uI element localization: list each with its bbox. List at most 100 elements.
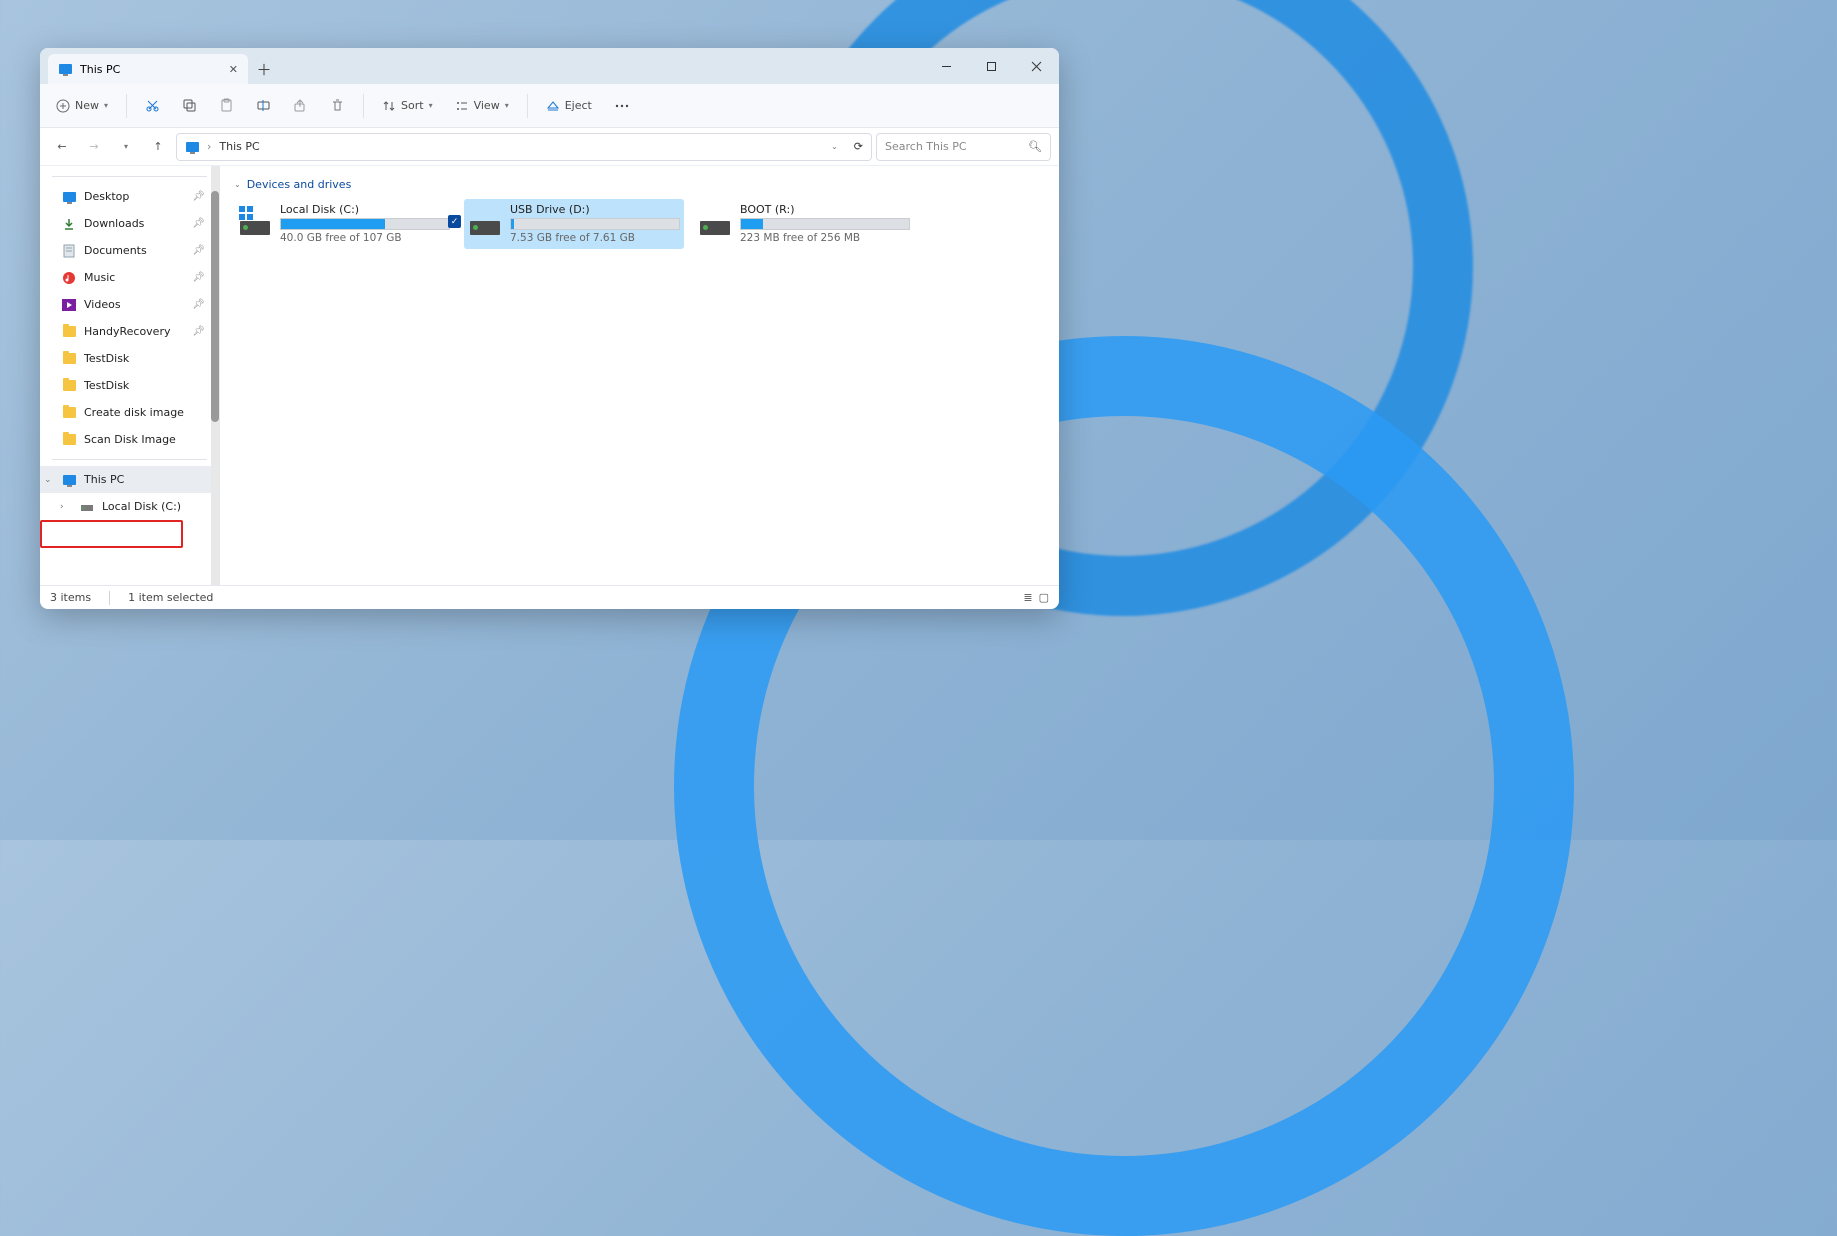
content-area: ⌄ Devices and drives Local Disk (C:) 40.… bbox=[220, 166, 1059, 585]
share-icon bbox=[293, 98, 308, 113]
check-icon: ✓ bbox=[448, 215, 461, 228]
sidebar-item-label: Desktop bbox=[84, 190, 129, 203]
drive-usage-bar bbox=[510, 218, 680, 230]
separator bbox=[109, 591, 110, 605]
details-view-button[interactable]: ≣ bbox=[1023, 591, 1032, 604]
close-window-button[interactable] bbox=[1014, 48, 1059, 84]
folder-icon bbox=[62, 325, 76, 339]
chevron-down-icon[interactable]: ⌄ bbox=[831, 142, 838, 151]
sidebar-item-create-disk-image[interactable]: Create disk image bbox=[40, 399, 219, 426]
address-bar[interactable]: › This PC ⌄ ⟳ bbox=[176, 133, 872, 161]
pin-icon: 📌︎ bbox=[192, 272, 205, 283]
copy-icon bbox=[182, 98, 197, 113]
video-icon bbox=[62, 298, 76, 312]
rename-icon bbox=[256, 98, 271, 113]
drive-usage-bar bbox=[740, 218, 910, 230]
drive-usage-bar bbox=[280, 218, 450, 230]
sidebar-item-desktop[interactable]: Desktop 📌︎ bbox=[40, 183, 219, 210]
status-item-count: 3 items bbox=[50, 591, 91, 604]
sidebar-item-music[interactable]: Music 📌︎ bbox=[40, 264, 219, 291]
sidebar-item-label: Videos bbox=[84, 298, 121, 311]
sidebar-item-documents[interactable]: Documents 📌︎ bbox=[40, 237, 219, 264]
minimize-button[interactable] bbox=[924, 48, 969, 84]
status-bar: 3 items 1 item selected ≣ ▢ bbox=[40, 585, 1059, 609]
scissors-icon bbox=[145, 98, 160, 113]
chevron-down-icon[interactable]: ⌄ bbox=[44, 475, 52, 485]
eject-button[interactable]: Eject bbox=[538, 91, 600, 121]
download-icon bbox=[62, 217, 76, 231]
recent-button[interactable]: ▾ bbox=[112, 133, 140, 161]
close-tab-icon[interactable]: ✕ bbox=[229, 63, 238, 76]
chevron-down-icon: ▾ bbox=[104, 101, 108, 110]
sidebar-item-label: Scan Disk Image bbox=[84, 433, 176, 446]
view-button[interactable]: View ▾ bbox=[447, 91, 517, 121]
sidebar-scrollbar[interactable] bbox=[211, 166, 219, 585]
drive-icon bbox=[238, 205, 272, 239]
drive-name: USB Drive (D:) bbox=[510, 203, 680, 216]
pin-icon: 📌︎ bbox=[192, 299, 205, 310]
monitor-icon bbox=[185, 140, 199, 154]
breadcrumb-sep-icon: › bbox=[207, 140, 211, 153]
back-button[interactable]: ← bbox=[48, 133, 76, 161]
window-controls bbox=[924, 48, 1059, 84]
drive-local-disk-c-[interactable]: Local Disk (C:) 40.0 GB free of 107 GB bbox=[234, 199, 454, 249]
new-tab-button[interactable]: ＋ bbox=[248, 54, 280, 84]
eject-icon bbox=[546, 99, 560, 113]
sidebar-item-this-pc[interactable]: ⌄ This PC bbox=[40, 466, 219, 493]
sidebar-item-handyrecovery[interactable]: HandyRecovery 📌︎ bbox=[40, 318, 219, 345]
sidebar-item-label: Music bbox=[84, 271, 115, 284]
clipboard-icon bbox=[219, 98, 234, 113]
more-button[interactable] bbox=[606, 91, 638, 121]
tab-this-pc[interactable]: This PC ✕ bbox=[48, 54, 248, 84]
maximize-button[interactable] bbox=[969, 48, 1014, 84]
drive-icon bbox=[80, 500, 94, 514]
section-devices-header[interactable]: ⌄ Devices and drives bbox=[234, 174, 1045, 199]
sidebar-item-scan-disk-image[interactable]: Scan Disk Image bbox=[40, 426, 219, 453]
sidebar-item-videos[interactable]: Videos 📌︎ bbox=[40, 291, 219, 318]
cut-button[interactable] bbox=[137, 91, 168, 121]
drive-usb-drive-d-[interactable]: ✓ USB Drive (D:) 7.53 GB free of 7.61 GB bbox=[464, 199, 684, 249]
folder-icon bbox=[62, 433, 76, 447]
tiles-view-button[interactable]: ▢ bbox=[1039, 591, 1049, 604]
pin-icon: 📌︎ bbox=[192, 191, 205, 202]
search-box[interactable]: Search This PC 🔍︎ bbox=[876, 133, 1051, 161]
chevron-down-icon: ▾ bbox=[505, 101, 509, 110]
sort-button[interactable]: Sort ▾ bbox=[374, 91, 441, 121]
ellipsis-icon bbox=[614, 99, 630, 113]
share-button[interactable] bbox=[285, 91, 316, 121]
paste-button[interactable] bbox=[211, 91, 242, 121]
drive-icon bbox=[468, 205, 502, 239]
folder-icon bbox=[62, 352, 76, 366]
new-label: New bbox=[75, 99, 99, 112]
copy-button[interactable] bbox=[174, 91, 205, 121]
forward-button[interactable]: → bbox=[80, 133, 108, 161]
music-icon bbox=[62, 271, 76, 285]
sidebar-item-downloads[interactable]: Downloads 📌︎ bbox=[40, 210, 219, 237]
tab-title: This PC bbox=[80, 63, 120, 76]
plus-circle-icon bbox=[56, 99, 70, 113]
up-button[interactable]: ↑ bbox=[144, 133, 172, 161]
body: Desktop 📌︎ Downloads 📌︎ Documents 📌︎ Mus… bbox=[40, 166, 1059, 585]
breadcrumb-root[interactable]: This PC bbox=[219, 140, 259, 153]
new-button[interactable]: New ▾ bbox=[48, 91, 116, 121]
sidebar-item-label: Create disk image bbox=[84, 406, 184, 419]
sidebar-item-testdisk[interactable]: TestDisk bbox=[40, 345, 219, 372]
refresh-button[interactable]: ⟳ bbox=[854, 140, 863, 153]
sidebar: Desktop 📌︎ Downloads 📌︎ Documents 📌︎ Mus… bbox=[40, 166, 220, 585]
monitor-icon bbox=[62, 473, 76, 487]
sidebar-item-label: TestDisk bbox=[84, 352, 129, 365]
drive-boot-r-[interactable]: BOOT (R:) 223 MB free of 256 MB bbox=[694, 199, 914, 249]
rename-button[interactable] bbox=[248, 91, 279, 121]
sidebar-item-label: Documents bbox=[84, 244, 147, 257]
sidebar-item-testdisk[interactable]: TestDisk bbox=[40, 372, 219, 399]
address-row: ← → ▾ ↑ › This PC ⌄ ⟳ Search This PC 🔍︎ bbox=[40, 128, 1059, 166]
sidebar-item-local-disk[interactable]: › Local Disk (C:) bbox=[40, 493, 219, 520]
drive-name: BOOT (R:) bbox=[740, 203, 910, 216]
folder-icon bbox=[62, 379, 76, 393]
chevron-right-icon[interactable]: › bbox=[60, 502, 64, 512]
sort-label: Sort bbox=[401, 99, 424, 112]
status-selected-count: 1 item selected bbox=[128, 591, 213, 604]
chevron-down-icon: ▾ bbox=[429, 101, 433, 110]
delete-button[interactable] bbox=[322, 91, 353, 121]
drive-free-text: 7.53 GB free of 7.61 GB bbox=[510, 232, 680, 244]
